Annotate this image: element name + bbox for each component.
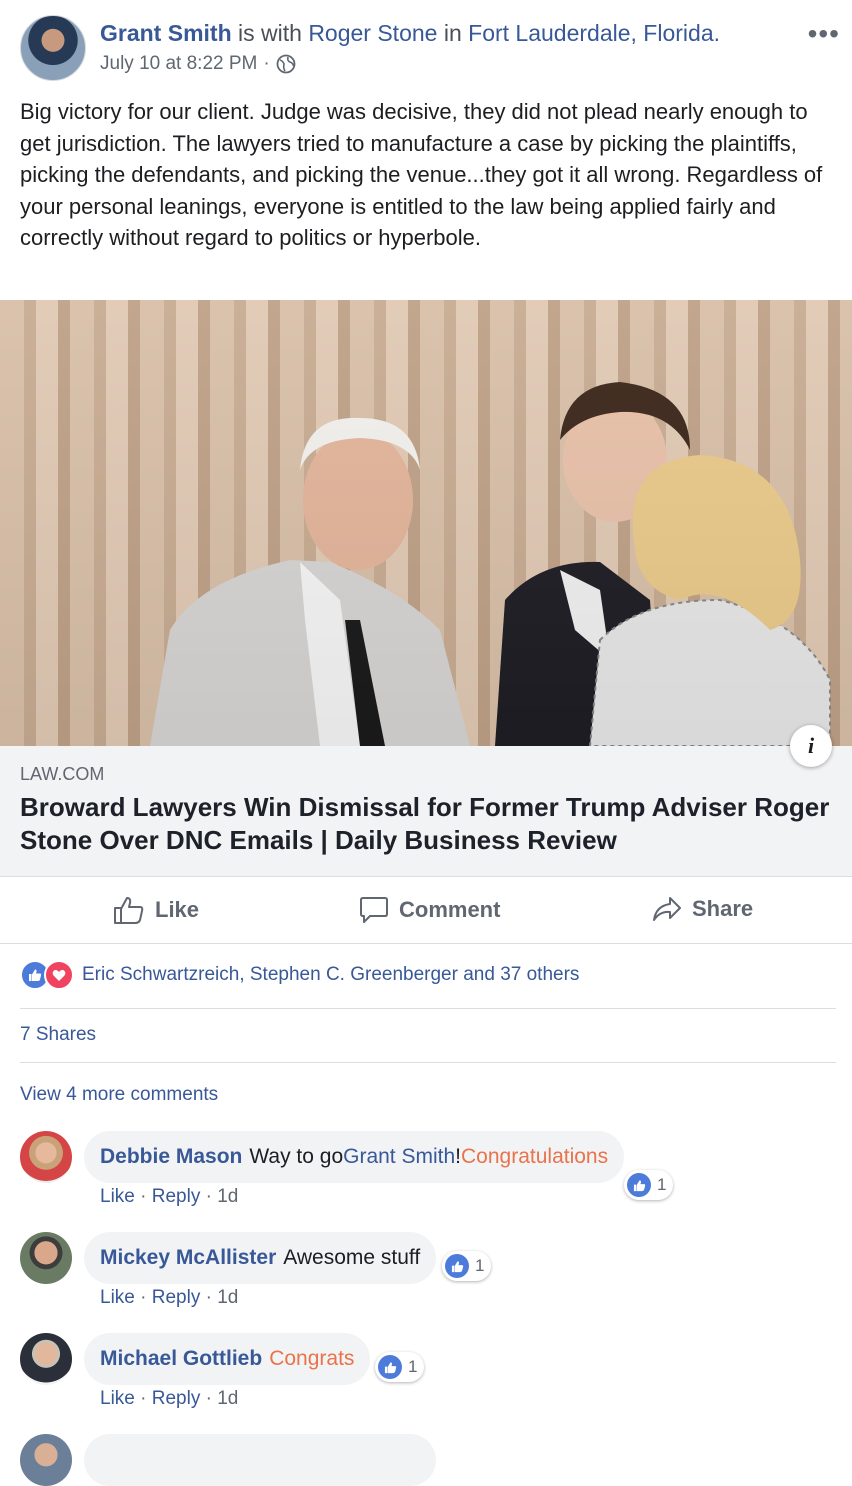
thumbs-up-icon [114, 897, 144, 924]
comment-like-count[interactable]: 1 [624, 1170, 674, 1200]
divider [20, 1008, 836, 1009]
like-button[interactable]: Like [113, 895, 199, 925]
like-count: 1 [475, 1256, 485, 1275]
comment-text: Awesome stuff [283, 1246, 421, 1269]
comment-mention-link[interactable]: Grant Smith [343, 1145, 455, 1169]
post-body-text: Big victory for our client. Judge was de… [20, 99, 823, 250]
commenter-name[interactable]: Debbie Mason [100, 1145, 242, 1169]
comment-reply-link[interactable]: Reply [152, 1186, 201, 1207]
commenter-avatar[interactable] [20, 1131, 72, 1183]
like-label: Like [155, 897, 200, 922]
post-header-line: Grant Smith is with Roger Stone in Fort … [100, 18, 720, 48]
comment-like-count[interactable]: 1 [375, 1352, 425, 1382]
comment-bubble: Debbie Mason Way to go Grant Smith! Cong… [84, 1131, 625, 1183]
like-reaction-icon [445, 1254, 469, 1278]
commenter-avatar[interactable] [20, 1232, 72, 1284]
share-button[interactable]: Share [652, 895, 753, 923]
reactions-row[interactable]: Eric Schwartzreich, Stephen C. Greenberg… [20, 960, 579, 990]
comment-bubble-icon [360, 897, 388, 923]
comment-reply-link[interactable]: Reply [152, 1388, 201, 1409]
action-bar: Like Comment Share [0, 877, 852, 944]
info-button[interactable]: i [790, 725, 832, 767]
like-reaction-icon [627, 1173, 651, 1197]
comment-label: Comment [399, 897, 501, 922]
comment-like-count[interactable]: 1 [442, 1251, 492, 1281]
comment-reply-link[interactable]: Reply [152, 1287, 201, 1308]
comment-button[interactable]: Comment [359, 895, 500, 925]
author-avatar[interactable] [20, 15, 86, 81]
like-reaction-icon [378, 1355, 402, 1379]
love-reaction-icon [44, 960, 74, 990]
share-label: Share [692, 896, 754, 921]
author-name-link[interactable]: Grant Smith [100, 20, 232, 46]
reaction-names[interactable]: Eric Schwartzreich, Stephen C. Greenberg… [82, 964, 579, 986]
shares-count[interactable]: 7 Shares [20, 1024, 96, 1046]
comment-accent-text: Congrats [269, 1347, 355, 1370]
comment-meta: Like · Reply · 1d [100, 1186, 239, 1207]
commenter-name[interactable]: Mickey McAllister [100, 1246, 276, 1270]
divider [20, 1062, 836, 1063]
comment-meta: Like · Reply · 1d [100, 1287, 239, 1308]
globe-icon[interactable] [276, 54, 296, 74]
comment-bubble: Mickey McAllister Awesome stuff [84, 1232, 437, 1284]
comment-text: Way to go [249, 1145, 344, 1168]
like-count: 1 [408, 1357, 418, 1376]
link-domain: LAW.COM [20, 764, 105, 784]
commenter-name[interactable]: Michael Gottlieb [100, 1347, 262, 1371]
commenter-avatar[interactable] [20, 1333, 72, 1385]
comment-age[interactable]: 1d [217, 1186, 238, 1207]
comment-accent-text: Congratulations [461, 1145, 609, 1168]
comment-bubble: Michael Gottlieb Congrats [84, 1333, 371, 1385]
post-timestamp[interactable]: July 10 at 8:22 PM [100, 53, 257, 75]
like-count: 1 [657, 1175, 667, 1194]
post-header: Grant Smith is with Roger Stone in Fort … [0, 0, 852, 90]
share-arrow-icon [653, 897, 681, 921]
post-meta: July 10 at 8:22 PM · [100, 53, 296, 75]
comment-like-link[interactable]: Like [100, 1186, 135, 1207]
commenter-avatar[interactable] [20, 1434, 72, 1486]
tagged-person-link[interactable]: Roger Stone [308, 20, 437, 46]
location-link[interactable]: Fort Lauderdale, Florida. [468, 20, 720, 46]
comment-age[interactable]: 1d [217, 1388, 238, 1409]
comment-like-link[interactable]: Like [100, 1388, 135, 1409]
with-text: is with [231, 20, 309, 46]
photo-illustration [150, 382, 831, 746]
in-text: in [437, 20, 469, 46]
link-title[interactable]: Broward Lawyers Win Dismissal for Former… [20, 791, 840, 857]
comment-like-link[interactable]: Like [100, 1287, 135, 1308]
more-options-button[interactable]: ••• [808, 18, 840, 50]
meta-separator: · [263, 53, 270, 74]
comment-meta: Like · Reply · 1d [100, 1388, 239, 1409]
link-preview-image[interactable] [0, 300, 852, 746]
comment-bubble [84, 1434, 436, 1486]
comment-age[interactable]: 1d [217, 1287, 238, 1308]
view-more-comments[interactable]: View 4 more comments [20, 1084, 218, 1106]
